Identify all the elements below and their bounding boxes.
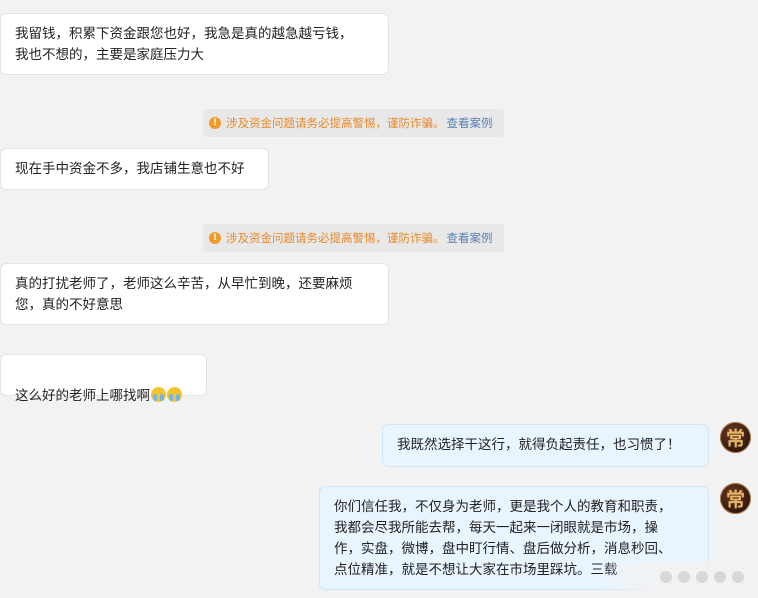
sender-avatar[interactable]: 常	[720, 422, 751, 453]
crying-face-emoji-icon	[167, 387, 182, 402]
warning-icon: !	[209, 232, 221, 244]
watermark-dot-icon	[732, 571, 744, 583]
sender-avatar[interactable]: 常	[720, 483, 751, 514]
incoming-message: 这么好的老师上哪找啊	[0, 354, 207, 404]
fraud-warning-notice: ! 涉及资金问题请务必提高警惕，谨防诈骗。 查看案例	[203, 224, 504, 252]
view-cases-link[interactable]: 查看案例	[447, 230, 493, 246]
watermark-dot-icon	[696, 571, 708, 583]
outgoing-message: 我既然选择干这行，就得负起责任，也习惯了！	[382, 424, 709, 467]
watermark-dot-icon	[714, 571, 726, 583]
fraud-warning-notice: ! 涉及资金问题请务必提高警惕，谨防诈骗。 查看案例	[203, 109, 504, 137]
warning-text: 涉及资金问题请务必提高警惕，谨防诈骗。	[226, 116, 445, 130]
message-text: 这么好的老师上哪找啊	[15, 388, 150, 404]
view-cases-link[interactable]: 查看案例	[447, 115, 493, 131]
incoming-message: 我留钱，积累下资金跟您也好，我急是真的越急越亏钱， 我也不想的，主要是家庭压力大	[0, 13, 389, 75]
watermark-dot-icon	[660, 571, 672, 583]
warning-icon: !	[209, 117, 221, 129]
incoming-message: 真的打扰老师了，老师这么辛苦，从早忙到晚，还要麻烦 您，真的不好意思	[0, 263, 389, 325]
crying-face-emoji-icon	[151, 387, 166, 402]
warning-text: 涉及资金问题请务必提高警惕，谨防诈骗。	[226, 231, 445, 245]
watermark-overlay	[600, 562, 758, 592]
incoming-message: 现在手中资金不多，我店铺生意也不好	[0, 148, 269, 190]
watermark-dot-icon	[678, 571, 690, 583]
